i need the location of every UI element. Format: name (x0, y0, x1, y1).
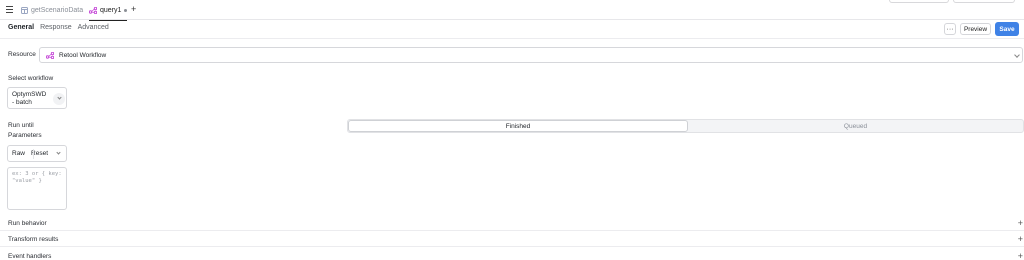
section-label: Event handlers (8, 253, 52, 260)
header-control-stub[interactable] (953, 0, 1015, 3)
tab-getscenariodata[interactable]: getScenarioData (21, 0, 83, 20)
query-tab-bar: getScenarioData query1 + (0, 0, 1024, 21)
tab-general[interactable]: General (8, 24, 34, 31)
chevron-down-icon (57, 95, 62, 100)
table-icon (21, 6, 28, 14)
more-options-button[interactable]: ··· (944, 23, 956, 35)
chevron-down-icon (1014, 52, 1020, 58)
menu-icon[interactable] (6, 6, 13, 13)
chevron-down-icon (56, 150, 61, 155)
tab-response[interactable]: Response (40, 24, 72, 31)
workflow-icon (46, 51, 54, 59)
divider (33, 149, 34, 159)
resource-select[interactable]: Retool Workflow (39, 47, 1023, 63)
tab-label: query1 (100, 6, 122, 14)
add-tab-button[interactable]: + (131, 4, 136, 14)
run-until-option-finished[interactable]: Finished (348, 120, 688, 132)
workflow-select[interactable]: OptymSWD - batch (7, 87, 67, 109)
parameters-editor[interactable]: ex: 3 or { key: "value" } (7, 167, 67, 210)
plus-icon[interactable]: + (1018, 218, 1023, 228)
tab-advanced[interactable]: Advanced (78, 24, 109, 31)
tab-query1[interactable]: query1 (89, 0, 128, 21)
workflow-icon (89, 6, 97, 14)
section-label: Run behavior (8, 220, 47, 227)
resource-value: Retool Workflow (59, 51, 107, 59)
select-workflow-label: Select workflow (8, 75, 54, 82)
parameters-mode-select[interactable]: Raw Reset t (7, 145, 67, 162)
header-control-stub[interactable] (889, 0, 949, 3)
run-until-option-queued[interactable]: Queued (688, 120, 1023, 132)
workflow-value: OptymSWD - batch (12, 91, 47, 106)
preview-button[interactable]: Preview (960, 23, 991, 35)
section-event-handlers[interactable]: Event handlers + (0, 250, 1024, 260)
run-until-toggle: Finished Queued (347, 119, 1024, 133)
tab-label: getScenarioData (31, 6, 84, 14)
section-run-behavior[interactable]: Run behavior + (0, 217, 1024, 231)
save-button[interactable]: Save (995, 22, 1019, 36)
resource-label: Resource (8, 51, 36, 58)
plus-icon[interactable]: + (1018, 234, 1023, 244)
section-transform-results[interactable]: Transform results + (0, 233, 1024, 247)
workflow-dropdown-toggle[interactable] (53, 93, 65, 105)
query-subtabs: General Response Advanced (8, 24, 109, 31)
parameters-placeholder: ex: 3 or { key: "value" } (12, 171, 62, 184)
parameters-label: Parameters (8, 132, 42, 139)
run-until-label: Run until (8, 122, 34, 129)
parameters-mode: Raw (12, 150, 26, 157)
section-label: Transform results (8, 236, 59, 243)
unsaved-indicator (124, 8, 128, 12)
plus-icon[interactable]: + (1018, 251, 1023, 260)
divider (0, 38, 1024, 39)
